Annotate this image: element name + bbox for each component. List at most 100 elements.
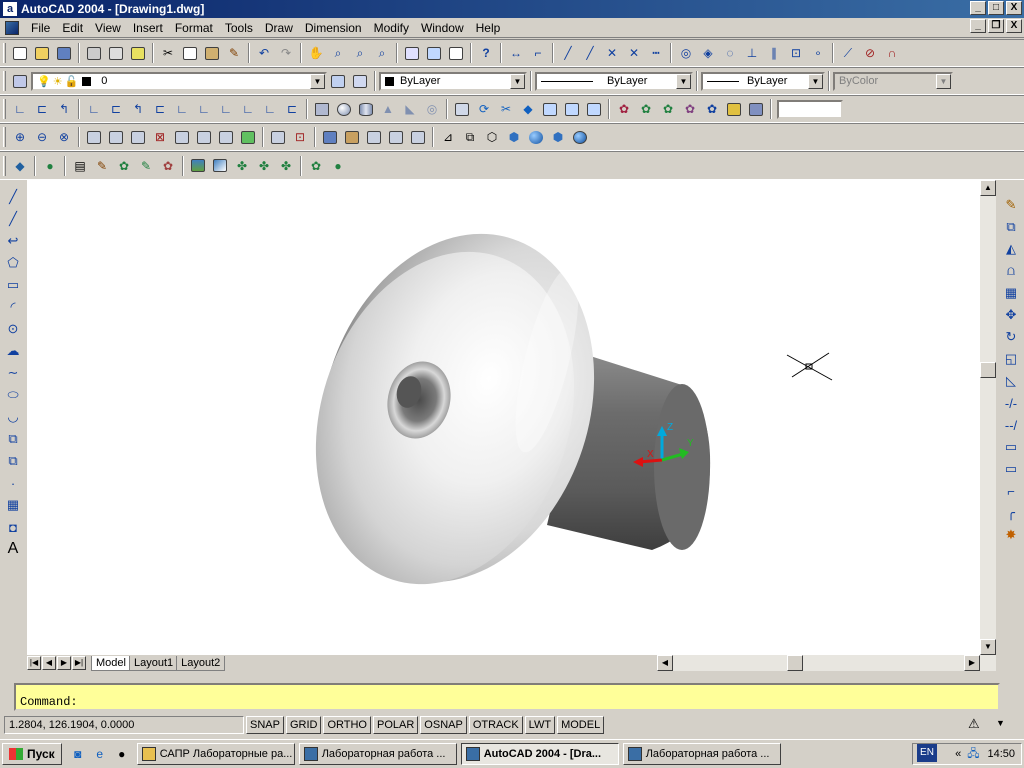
zaxis-ucs-icon[interactable]: ∟	[172, 99, 192, 119]
taskbar-task-autocad[interactable]: AutoCAD 2004 - [Dra...	[460, 743, 619, 765]
properties-icon[interactable]	[402, 43, 422, 63]
color-control-dropdown[interactable]: ByLayer ▼	[379, 71, 527, 91]
background-icon[interactable]	[188, 156, 208, 176]
copy-clip-icon[interactable]	[180, 43, 200, 63]
render-preferences-icon[interactable]: ✿	[158, 156, 178, 176]
spline-icon[interactable]: ∼	[3, 363, 23, 383]
origin-ucs-icon[interactable]: ⊏	[150, 99, 170, 119]
break-at-point-icon[interactable]: ▭	[1001, 437, 1021, 457]
tray-expand-icon[interactable]: «	[955, 748, 961, 760]
lineweight-control-dropdown[interactable]: ByLayer ▼	[701, 71, 825, 91]
last-tab-icon[interactable]: ▶|	[72, 656, 86, 670]
setup-profile-icon[interactable]	[562, 99, 582, 119]
snap-parallel-icon[interactable]: ∥	[764, 43, 784, 63]
layer-previous-icon[interactable]	[350, 71, 370, 91]
2d-wireframe-icon[interactable]: ⊿	[438, 127, 458, 147]
polar-toggle[interactable]: POLAR	[373, 716, 419, 734]
layer-manager-icon[interactable]	[10, 71, 30, 91]
toolbar-grip[interactable]	[3, 43, 6, 63]
render-teapot-icon[interactable]: ●	[328, 156, 348, 176]
tab-model[interactable]: Model	[91, 655, 131, 671]
fillet-icon[interactable]: ╭	[1001, 503, 1021, 523]
landscape-new-icon[interactable]: ✤	[232, 156, 252, 176]
face-ucs-icon[interactable]: ∟	[84, 99, 104, 119]
previous-tab-icon[interactable]: ◀	[42, 656, 56, 670]
stretch-icon[interactable]: ◺	[1001, 371, 1021, 391]
teapot-icon[interactable]: ●	[40, 156, 60, 176]
zoom-realtime-icon[interactable]: ⌕	[328, 43, 348, 63]
autocad-app-icon[interactable]: a	[3, 2, 17, 16]
menu-window[interactable]: Window	[415, 21, 470, 35]
snap-toggle[interactable]: SNAP	[246, 716, 284, 734]
offset-icon[interactable]: ⩍	[1001, 261, 1021, 281]
snap-nearest-icon[interactable]: ⟋	[838, 43, 858, 63]
move-faces-icon[interactable]	[106, 127, 126, 147]
next-tab-icon[interactable]: ▶	[57, 656, 71, 670]
toolbar-grip[interactable]	[3, 155, 6, 176]
circle-icon[interactable]: ⊙	[3, 319, 23, 339]
make-object-layer-current-icon[interactable]	[328, 71, 348, 91]
sphere-solid-icon[interactable]	[334, 99, 354, 119]
tab-layout2[interactable]: Layout2	[176, 655, 226, 671]
paste-icon[interactable]	[202, 43, 222, 63]
mirror-icon[interactable]: ◭	[1001, 239, 1021, 259]
setup-drawing-icon[interactable]: ◆	[518, 99, 538, 119]
snap-tangent-icon[interactable]: ◌	[720, 43, 740, 63]
command-line[interactable]: Command:	[14, 683, 1000, 711]
help-icon[interactable]: ?	[476, 43, 496, 63]
multiline-text-icon[interactable]: A	[3, 539, 23, 559]
document-icon[interactable]	[5, 20, 19, 35]
torus-solid-icon[interactable]: ◎	[422, 99, 442, 119]
ortho-toggle[interactable]: ORTHO	[323, 716, 371, 734]
box-solid-icon[interactable]	[312, 99, 332, 119]
movie-icon[interactable]: ▤	[70, 156, 90, 176]
snap-node-icon[interactable]: ∘	[808, 43, 828, 63]
gouraud-edges-icon[interactable]	[570, 127, 590, 147]
taskbar-task-word-1[interactable]: Лабораторная работа ...	[298, 743, 457, 765]
drawing-canvas[interactable]: Z X Y	[27, 180, 980, 655]
xline-icon[interactable]: ╱	[558, 43, 578, 63]
trim-icon[interactable]: -/-	[1001, 393, 1021, 413]
separate-icon[interactable]	[364, 127, 384, 147]
snap-center-icon[interactable]: ◎	[676, 43, 696, 63]
rotate-icon[interactable]: ↻	[1001, 327, 1021, 347]
plot-preview-icon[interactable]	[106, 43, 126, 63]
start-button[interactable]: Пуск	[2, 743, 62, 765]
extend-icon[interactable]: --/	[1001, 415, 1021, 435]
linetype-control-dropdown[interactable]: ByLayer ▼	[535, 71, 693, 91]
rectangle-icon[interactable]: ▭	[3, 275, 23, 295]
clock[interactable]: 14:50	[987, 748, 1015, 760]
toolbar-combo[interactable]	[777, 99, 843, 119]
chevron-down-icon[interactable]: ▼	[310, 73, 325, 89]
scale-icon[interactable]: ◱	[1001, 349, 1021, 369]
3d-wireframe-icon[interactable]: ⧉	[460, 127, 480, 147]
setup-view-icon[interactable]	[540, 99, 560, 119]
object-ucs-icon[interactable]: ⊏	[106, 99, 126, 119]
section-icon[interactable]: ⟳	[474, 99, 494, 119]
grid-toggle[interactable]: GRID	[285, 716, 322, 734]
horizontal-scroll-thumb[interactable]	[787, 655, 803, 671]
taskbar-task-word-2[interactable]: Лабораторная работа ...	[622, 743, 781, 765]
cone-solid-icon[interactable]: ▲	[378, 99, 398, 119]
construction-line-icon[interactable]: ╱	[3, 209, 23, 229]
scroll-thumb[interactable]	[980, 362, 996, 378]
scroll-up-arrow-icon[interactable]: ▲	[980, 180, 996, 196]
model-toggle[interactable]: MODEL	[557, 716, 605, 734]
menu-format[interactable]: Format	[169, 21, 219, 35]
ray-icon[interactable]: ╱	[580, 43, 600, 63]
document-close-button[interactable]: X	[1006, 19, 1022, 33]
document-minimize-button[interactable]: _	[970, 19, 986, 33]
extrude-faces-icon[interactable]	[84, 127, 104, 147]
named-views-icon[interactable]	[584, 99, 604, 119]
toolbar-grip[interactable]	[3, 71, 6, 91]
region-icon[interactable]: ◘	[3, 517, 23, 537]
aligned-dimension-icon[interactable]: ⌐	[528, 43, 548, 63]
redo-icon[interactable]: ↷	[276, 43, 296, 63]
document-restore-button[interactable]: ❐	[988, 19, 1004, 33]
fog-icon[interactable]	[210, 156, 230, 176]
new-icon[interactable]	[10, 43, 30, 63]
menu-view[interactable]: View	[89, 21, 127, 35]
menu-edit[interactable]: Edit	[56, 21, 89, 35]
cut-icon[interactable]: ✂	[158, 43, 178, 63]
menu-draw[interactable]: Draw	[259, 21, 299, 35]
